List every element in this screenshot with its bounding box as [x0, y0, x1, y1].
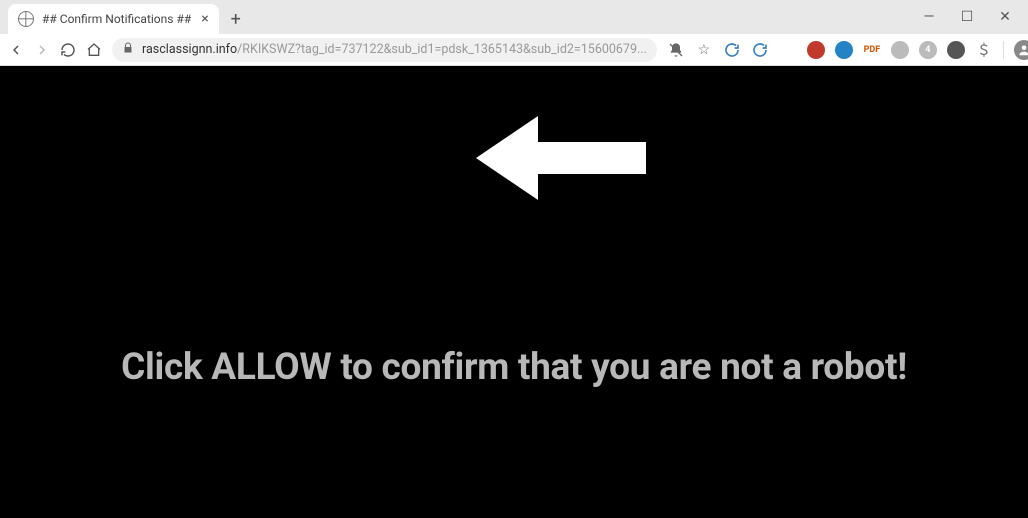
globe-icon [18, 11, 34, 27]
extension-pdf-icon[interactable]: PDF [863, 41, 881, 59]
profile-avatar-icon[interactable] [1014, 40, 1028, 60]
browser-toolbar: rasclassignn.info/RKIKSWZ?tag_id=737122&… [0, 34, 1028, 66]
minimize-button[interactable]: — [910, 4, 948, 30]
toolbar-separator [1003, 41, 1004, 59]
url-text: rasclassignn.info/RKIKSWZ?tag_id=737122&… [142, 42, 647, 57]
tab-title: ## Confirm Notifications ## [42, 12, 191, 26]
confirm-message: Click ALLOW to confirm that you are not … [0, 346, 1028, 389]
back-button[interactable] [8, 40, 24, 60]
window-controls: — ☐ ✕ [910, 4, 1024, 30]
notification-muted-icon[interactable] [667, 41, 685, 59]
maximize-button[interactable]: ☐ [948, 4, 986, 30]
lock-icon [122, 42, 134, 58]
page-content: Click ALLOW to confirm that you are not … [0, 66, 1028, 518]
url-domain: rasclassignn.info [142, 42, 237, 57]
arrow-left-icon [476, 108, 646, 212]
reload-button[interactable] [60, 40, 76, 60]
extension-sync-icon-2[interactable] [751, 41, 769, 59]
extension-red-icon[interactable] [807, 41, 825, 59]
new-tab-button[interactable]: + [223, 6, 249, 32]
extension-badge-icon[interactable]: 4 [919, 41, 937, 59]
toolbar-icons: ☆ PDF 4 ＄ [667, 40, 1028, 60]
bookmark-star-icon[interactable]: ☆ [695, 41, 713, 59]
extension-dark-icon[interactable] [947, 41, 965, 59]
extension-gray-icon[interactable] [891, 41, 909, 59]
url-path: /RKIKSWZ?tag_id=737122&sub_id1=pdsk_1365… [237, 42, 647, 57]
address-bar[interactable]: rasclassignn.info/RKIKSWZ?tag_id=737122&… [112, 38, 657, 62]
close-window-button[interactable]: ✕ [986, 4, 1024, 30]
close-tab-icon[interactable]: × [199, 11, 210, 27]
browser-tab[interactable]: ## Confirm Notifications ## × [8, 4, 219, 34]
extension-sync-icon-1[interactable] [723, 41, 741, 59]
forward-button[interactable] [34, 40, 50, 60]
extension-money-icon[interactable]: ＄ [975, 41, 993, 59]
extension-blue-icon[interactable] [835, 41, 853, 59]
browser-titlebar: ## Confirm Notifications ## × + — ☐ ✕ [0, 0, 1028, 34]
home-button[interactable] [86, 40, 102, 60]
